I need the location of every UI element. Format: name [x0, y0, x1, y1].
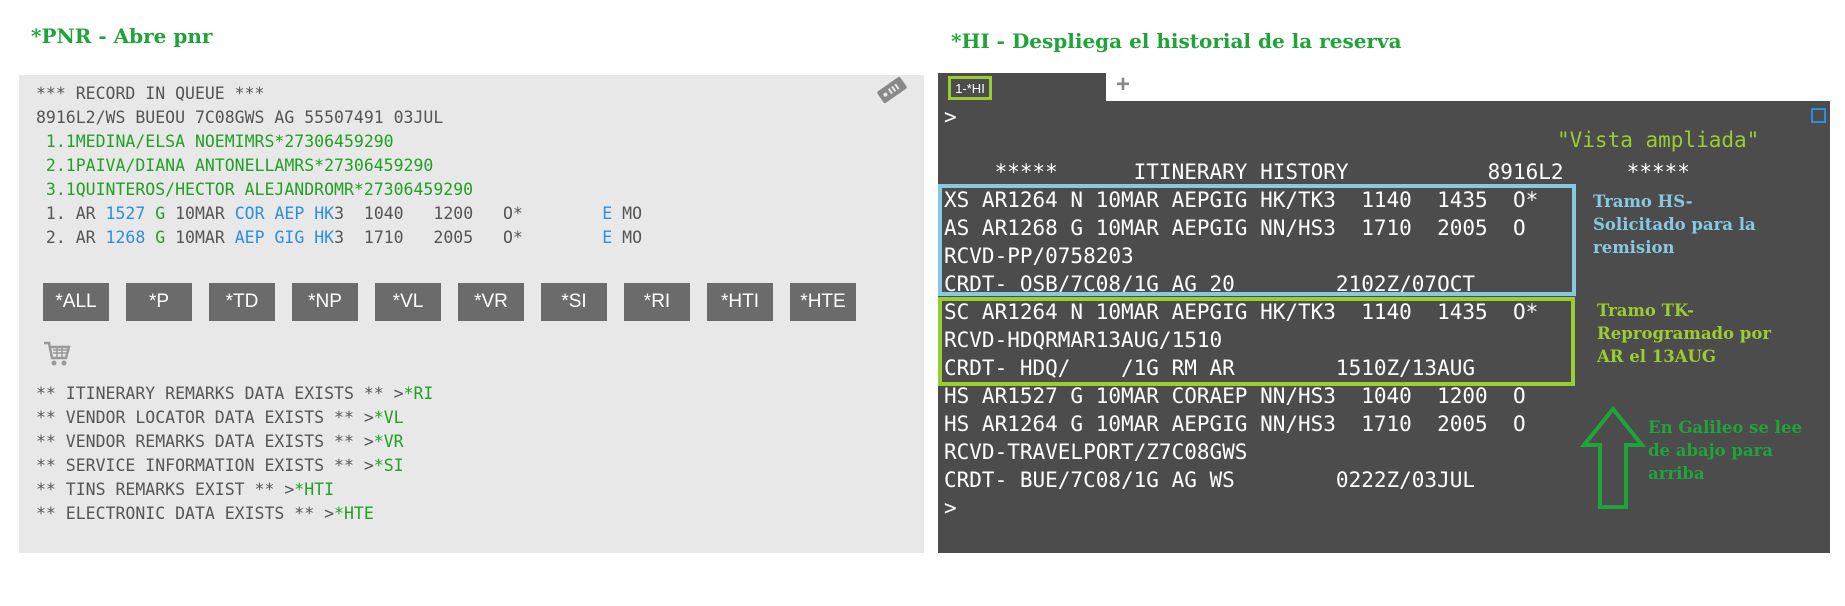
segment-line-2: 2. AR 1268 G 10MAR AEP GIG HK3 1710 2005… [36, 228, 642, 248]
eticket-link[interactable]: E [602, 204, 612, 223]
flight-number-link[interactable]: 1268 [106, 228, 146, 247]
flight-number-link[interactable]: 1527 [106, 204, 146, 223]
cmd-ri-button[interactable]: *RI [624, 283, 690, 321]
remark-text: ** TINS REMARKS EXIST ** > [36, 480, 295, 499]
pnr-header-line: 8916L2/WS BUEOU 7C08GWS AG 55507491 03JU… [36, 108, 444, 127]
segment-status: HK [304, 228, 335, 247]
record-in-queue-line: *** RECORD IN QUEUE *** [36, 84, 265, 103]
booking-class: G [145, 204, 176, 223]
segment-date: 10MAR [175, 204, 235, 223]
pnr-panel: *** RECORD IN QUEUE *** 8916L2/WS BUEOU … [19, 75, 924, 553]
segment-day: MO [612, 204, 643, 223]
history-line: HS AR1264 G 10MAR AEPGIG NN/HS3 1710 200… [944, 412, 1526, 436]
galileo-reading-note: En Galileo se lee de abajo para arriba [1648, 418, 1802, 483]
tag-icon[interactable] [874, 75, 910, 105]
segment-status: HK [304, 204, 335, 223]
add-tab-button[interactable]: + [1116, 71, 1130, 99]
route-link[interactable]: AEP GIG [235, 228, 305, 247]
tab-hi-label: 1-*HI [948, 76, 992, 100]
remark-command-link[interactable]: *SI [374, 456, 404, 475]
segment-times: 3 1710 2005 O* [334, 228, 603, 247]
history-line: HS AR1527 G 10MAR CORAEP NN/HS3 1040 120… [944, 384, 1526, 408]
segment-number: 1. AR [36, 204, 106, 223]
terminal-prompt-bottom: > [944, 496, 957, 520]
remark-itinerary: ** ITINERARY REMARKS DATA EXISTS ** >*RI [36, 384, 433, 404]
remark-service-info: ** SERVICE INFORMATION EXISTS ** >*SI [36, 456, 404, 476]
remark-vendor-remarks: ** VENDOR REMARKS DATA EXISTS ** >*VR [36, 432, 404, 452]
history-line: CRDT- BUE/7C08/1G AG WS 0222Z/03JUL [944, 468, 1476, 492]
cmd-np-button[interactable]: *NP [292, 283, 358, 321]
cmd-si-button[interactable]: *SI [541, 283, 607, 321]
segment-number: 2. AR [36, 228, 106, 247]
history-line: RCVD-TRAVELPORT/Z7C08GWS [944, 440, 1248, 464]
shopping-cart-icon[interactable] [43, 341, 71, 367]
remark-command-link[interactable]: *HTE [334, 504, 374, 523]
cmd-hte-button[interactable]: *HTE [790, 283, 856, 321]
cmd-hti-button[interactable]: *HTI [707, 283, 773, 321]
hs-segment-highlight [938, 184, 1576, 296]
remark-command-link[interactable]: *HTI [294, 480, 334, 499]
remark-text: ** SERVICE INFORMATION EXISTS ** > [36, 456, 374, 475]
eticket-link[interactable]: E [602, 228, 612, 247]
hi-terminal[interactable]: > "Vista ampliada" ***** ITINERARY HISTO… [938, 101, 1830, 553]
left-heading: *PNR - Abre pnr [31, 24, 213, 48]
tk-segment-highlight [938, 297, 1575, 386]
remark-text: ** VENDOR LOCATOR DATA EXISTS ** > [36, 408, 374, 427]
cmd-p-button[interactable]: *P [126, 283, 192, 321]
remark-vendor-locator: ** VENDOR LOCATOR DATA EXISTS ** >*VL [36, 408, 404, 428]
segment-line-1: 1. AR 1527 G 10MAR COR AEP HK3 1040 1200… [36, 204, 642, 224]
passenger-line-2: 2.1PAIVA/DIANA ANTONELLAMRS*27306459290 [36, 156, 434, 175]
segment-date: 10MAR [175, 228, 235, 247]
tab-hi[interactable]: 1-*HI [938, 73, 1106, 103]
terminal-tab-strip: 1-*HI + [938, 71, 1830, 103]
hs-segment-note: Tramo HS- Solicitado para la remision [1593, 192, 1756, 257]
remark-text: ** VENDOR REMARKS DATA EXISTS ** > [36, 432, 374, 451]
remark-command-link[interactable]: *RI [404, 384, 434, 403]
cmd-vr-button[interactable]: *VR [458, 283, 524, 321]
vista-ampliada-label: "Vista ampliada" [1557, 128, 1760, 152]
cmd-vl-button[interactable]: *VL [375, 283, 441, 321]
cmd-all-button[interactable]: *ALL [43, 283, 109, 321]
right-heading: *HI - Despliega el historial de la reser… [951, 29, 1402, 53]
remark-command-link[interactable]: *VL [374, 408, 404, 427]
terminal-prompt-top: > [944, 105, 957, 129]
arrow-up-icon [1580, 405, 1646, 509]
remark-command-link[interactable]: *VR [374, 432, 404, 451]
tk-segment-note: Tramo TK- Reprogramado por AR el 13AUG [1597, 301, 1772, 366]
passenger-line-3: 3.1QUINTEROS/HECTOR ALEJANDROMR*27306459… [36, 180, 474, 199]
scroll-toggle-icon[interactable] [1811, 108, 1826, 123]
remark-text: ** ELECTRONIC DATA EXISTS ** > [36, 504, 335, 523]
remark-tins: ** TINS REMARKS EXIST ** >*HTI [36, 480, 334, 500]
cmd-td-button[interactable]: *TD [209, 283, 275, 321]
itinerary-history-header: ***** ITINERARY HISTORY 8916L2 ***** [944, 160, 1690, 184]
booking-class: G [145, 228, 176, 247]
remark-electronic-data: ** ELECTRONIC DATA EXISTS ** >*HTE [36, 504, 374, 524]
remark-text: ** ITINERARY REMARKS DATA EXISTS ** > [36, 384, 404, 403]
passenger-line-1: 1.1MEDINA/ELSA NOEMIMRS*27306459290 [36, 132, 394, 151]
segment-times: 3 1040 1200 O* [334, 204, 603, 223]
route-link[interactable]: COR AEP [235, 204, 305, 223]
segment-day: MO [612, 228, 643, 247]
